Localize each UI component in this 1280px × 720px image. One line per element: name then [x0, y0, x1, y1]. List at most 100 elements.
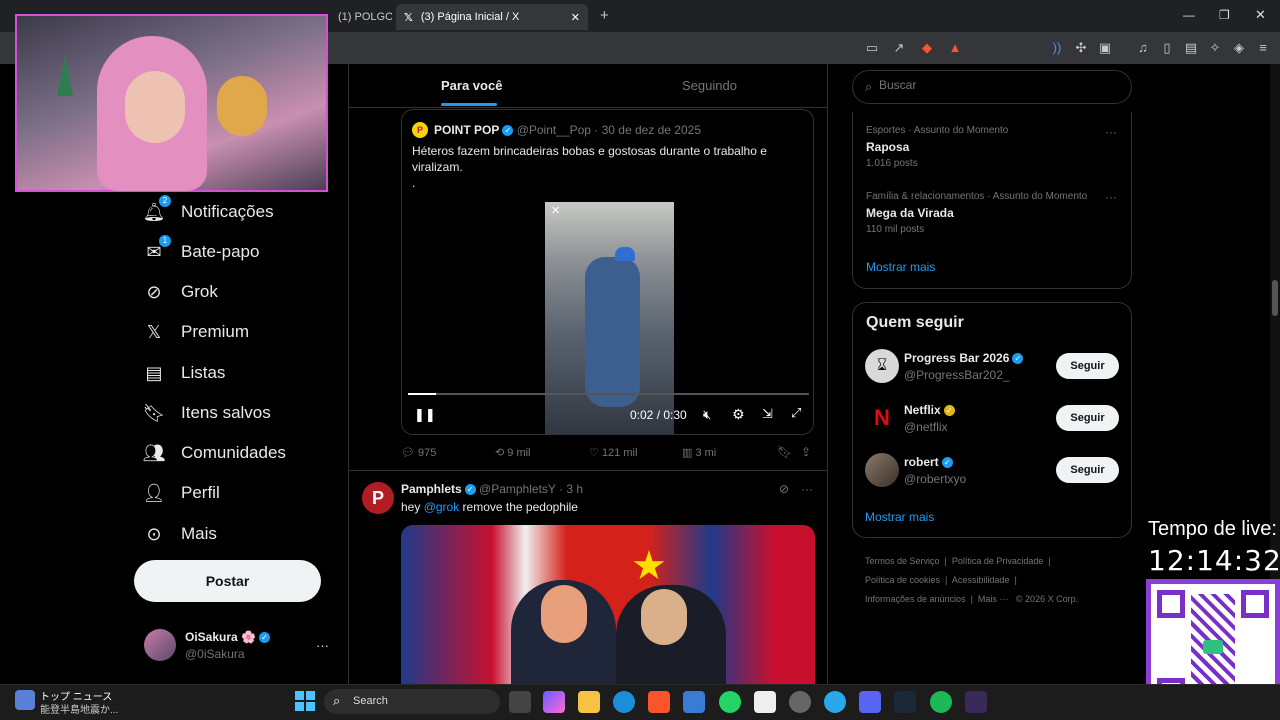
maximize-icon[interactable]: ❐ — [1219, 8, 1230, 22]
cast-icon[interactable]: ▭ — [864, 40, 880, 56]
trend-more-icon[interactable]: ··· — [1105, 190, 1117, 204]
show-more-trends[interactable]: Mostrar mais — [866, 260, 935, 274]
minimize-icon[interactable]: — — [1183, 8, 1195, 22]
like-action[interactable]: ♡ 121 mil — [589, 446, 637, 459]
grok-icon[interactable]: ⊘ — [779, 482, 789, 496]
discord-icon[interactable] — [859, 691, 881, 713]
telegram-icon[interactable] — [824, 691, 846, 713]
video-close-icon[interactable]: ✕ — [551, 204, 560, 217]
footer-link[interactable]: Informações de anúncios — [865, 594, 966, 604]
scrollbar-thumb[interactable] — [1272, 280, 1278, 316]
menu-icon[interactable]: ≡ — [1255, 40, 1271, 56]
nav-more[interactable]: ⊙ Mais — [143, 518, 216, 550]
share-icon[interactable]: ⇪ — [801, 445, 811, 459]
spotify-icon[interactable] — [930, 691, 952, 713]
nav-lists[interactable]: ▤ Listas — [143, 357, 225, 389]
repost-action[interactable]: ⟲ 9 mil — [495, 446, 531, 459]
vpn-icon[interactable]: ◈ — [1231, 40, 1247, 56]
pamphlets-avatar[interactable]: P — [362, 482, 394, 514]
edge-icon[interactable] — [613, 691, 635, 713]
search-input[interactable] — [879, 78, 1119, 92]
mute-icon[interactable]: 🔇︎ — [703, 407, 711, 423]
wallet-icon[interactable]: ▤ — [1183, 40, 1199, 56]
video-player[interactable]: ✕ ❚❚ 0:02 / 0:30 🔇︎ ⚙ ⇲ ⤢ — [402, 202, 813, 434]
nav-notifications[interactable]: 🔔︎ 2 Notificações — [143, 195, 274, 228]
brave-rewards-icon[interactable]: ▲ — [947, 40, 963, 56]
share-icon[interactable]: ↗ — [891, 40, 907, 56]
brave-shield-icon[interactable]: ◆ — [919, 40, 935, 56]
account-more-icon[interactable]: ··· — [316, 638, 329, 653]
brave-icon[interactable] — [648, 691, 670, 713]
puzzle-icon[interactable]: ✣ — [1073, 40, 1089, 56]
hourglass-avatar[interactable]: ⌛︎ — [865, 349, 899, 383]
views-action[interactable]: ▥ 3 mi — [682, 446, 716, 459]
show-more-follow[interactable]: Mostrar mais — [865, 510, 934, 524]
nav-grok[interactable]: ⊘ Grok — [143, 276, 217, 308]
post-button[interactable]: Postar — [134, 560, 321, 602]
pointpop-avatar[interactable]: P — [412, 122, 428, 138]
ai-icon[interactable]: ✧ — [1207, 40, 1223, 56]
store-icon[interactable] — [683, 691, 705, 713]
trend-name[interactable]: Mega da Virada — [866, 206, 954, 220]
extension-icon[interactable]: )) — [1049, 40, 1065, 56]
close-tab-icon[interactable]: ✕ — [571, 11, 580, 24]
tab-for-you[interactable]: Para você — [441, 78, 502, 106]
footer-link[interactable]: Política de cookies — [865, 575, 940, 585]
more-options-icon[interactable]: ··· — [801, 482, 813, 496]
trends-card: Esportes · Assunto do Momento Raposa 1.0… — [852, 112, 1132, 289]
trend-name[interactable]: Raposa — [866, 140, 909, 154]
file-explorer-icon[interactable] — [578, 691, 600, 713]
mention-link[interactable]: @grok — [424, 500, 460, 514]
app-icon[interactable] — [965, 691, 987, 713]
fullscreen-icon[interactable]: ⤢ — [791, 405, 801, 421]
footer-link[interactable]: Mais ··· — [978, 594, 1009, 604]
follow-name-row[interactable]: Netflix ✓ — [904, 403, 955, 417]
post-author[interactable]: Pamphlets — [401, 482, 462, 496]
music-icon[interactable]: ♫ — [1135, 40, 1151, 56]
screenshot-icon[interactable]: ▣ — [1097, 40, 1113, 56]
follow-name-row[interactable]: robert ✓ — [904, 455, 953, 469]
follow-button[interactable]: Seguir — [1056, 353, 1119, 379]
settings-gear-icon[interactable]: ⚙ — [732, 406, 745, 423]
steam-icon[interactable] — [894, 691, 916, 713]
follow-button[interactable]: Seguir — [1056, 457, 1119, 483]
whatsapp-icon[interactable] — [719, 691, 741, 713]
netflix-avatar[interactable]: N — [865, 401, 899, 435]
search-box[interactable]: ⌕ — [852, 70, 1132, 104]
follow-name-row[interactable]: Progress Bar 2026 ✓ — [904, 351, 1024, 365]
footer-link[interactable]: Acessibilidade — [952, 575, 1010, 585]
taskbar-search[interactable]: ⌕ Search — [324, 689, 500, 714]
sidebar-icon[interactable]: ▯ — [1159, 40, 1175, 56]
nav-profile[interactable]: 👤︎ Perfil — [143, 477, 220, 509]
windows-start-icon[interactable] — [295, 691, 315, 711]
footer-link[interactable]: Termos de Serviço — [865, 556, 940, 566]
reply-action[interactable]: 💬︎ 975 — [401, 446, 436, 459]
news-widget-icon[interactable] — [15, 690, 35, 710]
task-view-icon[interactable] — [509, 691, 531, 713]
video-progress-track[interactable] — [408, 393, 809, 395]
nav-communities[interactable]: 👥︎ Comunidades — [143, 437, 286, 469]
browser-tab-stream[interactable]: (1) POLGORDO - Fr... VIRADA ...trasa 12 … — [330, 4, 392, 30]
pause-icon[interactable]: ❚❚ — [414, 407, 436, 423]
post2-image[interactable]: ★ — [401, 525, 815, 684]
capcut-icon[interactable] — [754, 691, 776, 713]
robert-avatar[interactable] — [865, 453, 899, 487]
account-avatar[interactable] — [144, 629, 176, 661]
new-tab-button[interactable]: + — [600, 7, 609, 24]
account-name-row[interactable]: OiSakura 🌸 ✓ — [185, 630, 270, 644]
nav-chat[interactable]: ✉ 1 Bate-papo — [143, 235, 259, 268]
close-window-icon[interactable]: ✕ — [1255, 7, 1266, 23]
tab-following[interactable]: Seguindo — [682, 78, 737, 93]
follow-button[interactable]: Seguir — [1056, 405, 1119, 431]
pip-icon[interactable]: ⇲ — [762, 406, 773, 422]
obs-icon[interactable] — [789, 691, 811, 713]
post-author[interactable]: POINT POP — [434, 123, 499, 137]
browser-tab-x[interactable]: 𝕏 (3) Página Inicial / X ✕ — [396, 4, 588, 30]
quoted-post[interactable]: P POINT POP ✓ @Point__Pop · 30 de dez de … — [401, 109, 814, 435]
bookmark-icon[interactable]: 🔖︎ — [777, 445, 792, 459]
copilot-icon[interactable] — [543, 691, 565, 713]
nav-premium[interactable]: 𝕏 Premium — [143, 316, 249, 348]
nav-bookmarks[interactable]: 🔖︎ Itens salvos — [143, 397, 271, 429]
trend-more-icon[interactable]: ··· — [1105, 125, 1117, 139]
footer-link[interactable]: Política de Privacidade — [952, 556, 1044, 566]
